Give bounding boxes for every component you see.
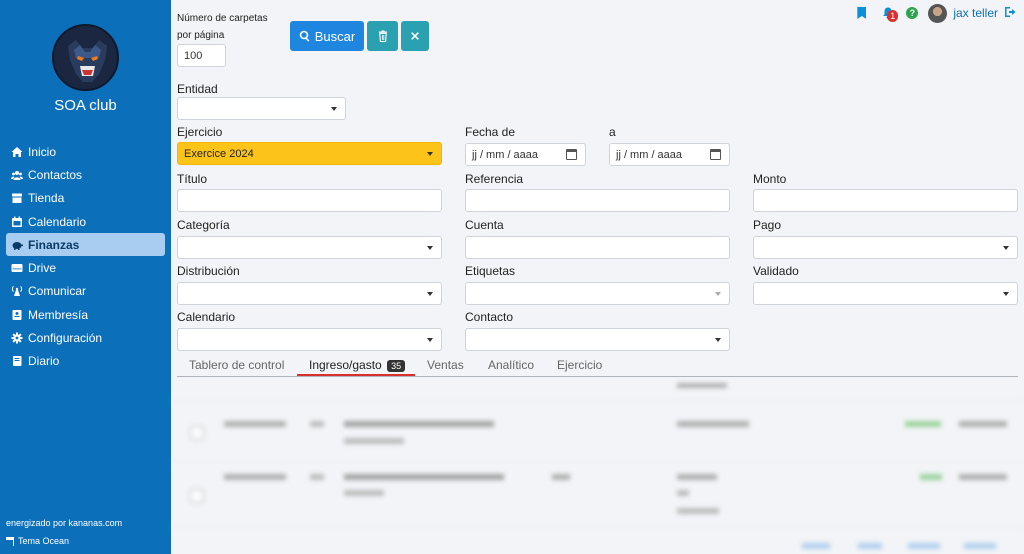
fecha-a-input[interactable]: jj / mm / aaaa <box>609 143 730 166</box>
delete-button[interactable] <box>367 21 398 51</box>
users-icon <box>10 168 24 182</box>
categoria-select[interactable] <box>177 236 442 259</box>
entidad-select[interactable] <box>177 97 346 120</box>
club-logo <box>52 24 119 91</box>
validado-label: Validado <box>753 264 799 278</box>
monto-input[interactable] <box>753 189 1018 212</box>
store-icon <box>10 191 24 205</box>
per-page-input[interactable]: 100 <box>177 44 226 67</box>
sidebar-item-label: Inicio <box>28 144 57 159</box>
calendario-label: Calendario <box>177 310 236 324</box>
sidebar-item-drive[interactable]: Drive <box>6 256 165 279</box>
tab-sales[interactable]: Ventas <box>427 358 464 372</box>
distribucion-select[interactable] <box>177 282 442 305</box>
broadcast-icon <box>10 284 24 298</box>
referencia-input[interactable] <box>465 189 730 212</box>
sidebar-item-label: Contactos <box>28 167 83 182</box>
validado-select[interactable] <box>753 282 1018 305</box>
distribucion-label: Distribución <box>177 264 240 278</box>
sidebar-item-contactos[interactable]: Contactos <box>6 163 165 186</box>
hdd-icon <box>10 261 24 275</box>
book-icon <box>10 354 24 368</box>
sidebar-item-label: Diario <box>28 354 60 369</box>
monto-label: Monto <box>753 172 787 186</box>
club-name: SOA club <box>54 97 117 114</box>
categoria-label: Categoría <box>177 218 230 232</box>
row-checkbox[interactable] <box>190 489 204 503</box>
top-right-bar: 1 ? jax teller <box>857 3 1016 23</box>
active-tab-indicator <box>297 374 415 376</box>
sidebar-item-label: Calendario <box>28 214 87 229</box>
piggy-bank-icon <box>10 238 24 252</box>
sidebar-item-inicio[interactable]: Inicio <box>6 140 165 163</box>
tab-fiscal-year[interactable]: Ejercicio <box>557 358 602 372</box>
avatar[interactable] <box>928 3 948 23</box>
entidad-label: Entidad <box>177 82 218 96</box>
fecha-de-input[interactable]: jj / mm / aaaa <box>465 143 586 166</box>
sidebar-item-tienda[interactable]: Tienda <box>6 187 165 210</box>
sidebar-item-diario[interactable]: Diario <box>6 350 165 373</box>
tab-income-expense[interactable]: Ingreso/gasto 35 <box>309 358 406 372</box>
ejercicio-label: Ejercicio <box>177 125 223 139</box>
etiquetas-label: Etiquetas <box>465 264 516 278</box>
per-page-label-line2: por página <box>177 30 225 41</box>
referencia-label: Referencia <box>465 172 524 186</box>
powered-by[interactable]: energizado por kananas.com <box>6 518 122 528</box>
contacto-select[interactable] <box>465 328 730 351</box>
theme-selector[interactable]: Tema Ocean <box>6 536 69 546</box>
pago-label: Pago <box>753 218 782 232</box>
tab-analytics[interactable]: Analítico <box>488 358 534 372</box>
sidebar-item-label: Comunicar <box>28 284 87 299</box>
fecha-a-label: a <box>609 125 616 139</box>
notifications-bell[interactable]: 1 <box>882 7 899 22</box>
home-icon <box>10 145 24 159</box>
sidebar-item-label: Finanzas <box>28 237 80 252</box>
sidebar-item-label: Drive <box>28 261 57 276</box>
close-icon <box>411 32 419 40</box>
clear-button[interactable] <box>401 21 429 51</box>
logout-icon[interactable] <box>1004 6 1016 21</box>
sidebar: SOA club Inicio Contactos Tienda Calenda… <box>0 0 171 554</box>
calendar-icon <box>10 215 24 229</box>
paint-roller-icon <box>6 536 14 546</box>
help-icon[interactable]: ? <box>906 7 919 19</box>
row-checkbox[interactable] <box>190 426 204 440</box>
cuenta-label: Cuenta <box>465 218 504 232</box>
gear-icon <box>10 331 24 345</box>
titulo-label: Título <box>177 172 208 186</box>
calendar-icon[interactable] <box>710 149 721 160</box>
per-page-label: Número de carpetas <box>177 13 268 24</box>
calendar-icon[interactable] <box>566 149 577 160</box>
sidebar-item-finanzas[interactable]: Finanzas <box>6 233 165 257</box>
sidebar-item-label: Membresía <box>28 307 89 322</box>
search-button[interactable]: Buscar <box>290 21 364 51</box>
ejercicio-select[interactable]: Exercice 2024 <box>177 142 442 165</box>
sidebar-item-membresia[interactable]: Membresía <box>6 303 165 326</box>
etiquetas-select[interactable] <box>465 282 730 305</box>
id-card-icon <box>10 308 24 322</box>
contacto-label: Contacto <box>465 310 514 324</box>
sidebar-item-configuracion[interactable]: Configuración <box>6 326 165 349</box>
tab-dashboard[interactable]: Tablero de control <box>189 358 284 372</box>
calendario-select[interactable] <box>177 328 442 351</box>
theme-label: Tema Ocean <box>18 536 70 546</box>
trash-icon <box>378 30 387 42</box>
notification-count-badge: 1 <box>887 10 899 22</box>
sidebar-item-label: Configuración <box>28 331 103 346</box>
sidebar-item-comunicar[interactable]: Comunicar <box>6 280 165 303</box>
sidebar-item-label: Tienda <box>28 191 65 206</box>
income-expense-count-badge: 35 <box>387 360 406 372</box>
fecha-de-label: Fecha de <box>465 125 516 139</box>
search-icon <box>299 30 310 42</box>
bookmark-icon[interactable] <box>857 7 867 19</box>
user-name[interactable]: jax teller <box>953 6 998 20</box>
titulo-input[interactable] <box>177 189 442 212</box>
pago-select[interactable] <box>753 236 1018 259</box>
transactions-table-blurred <box>172 380 1024 554</box>
sidebar-nav: Inicio Contactos Tienda Calendario Finan… <box>6 140 165 373</box>
sidebar-item-calendario[interactable]: Calendario <box>6 210 165 233</box>
cuenta-input[interactable] <box>465 236 730 259</box>
